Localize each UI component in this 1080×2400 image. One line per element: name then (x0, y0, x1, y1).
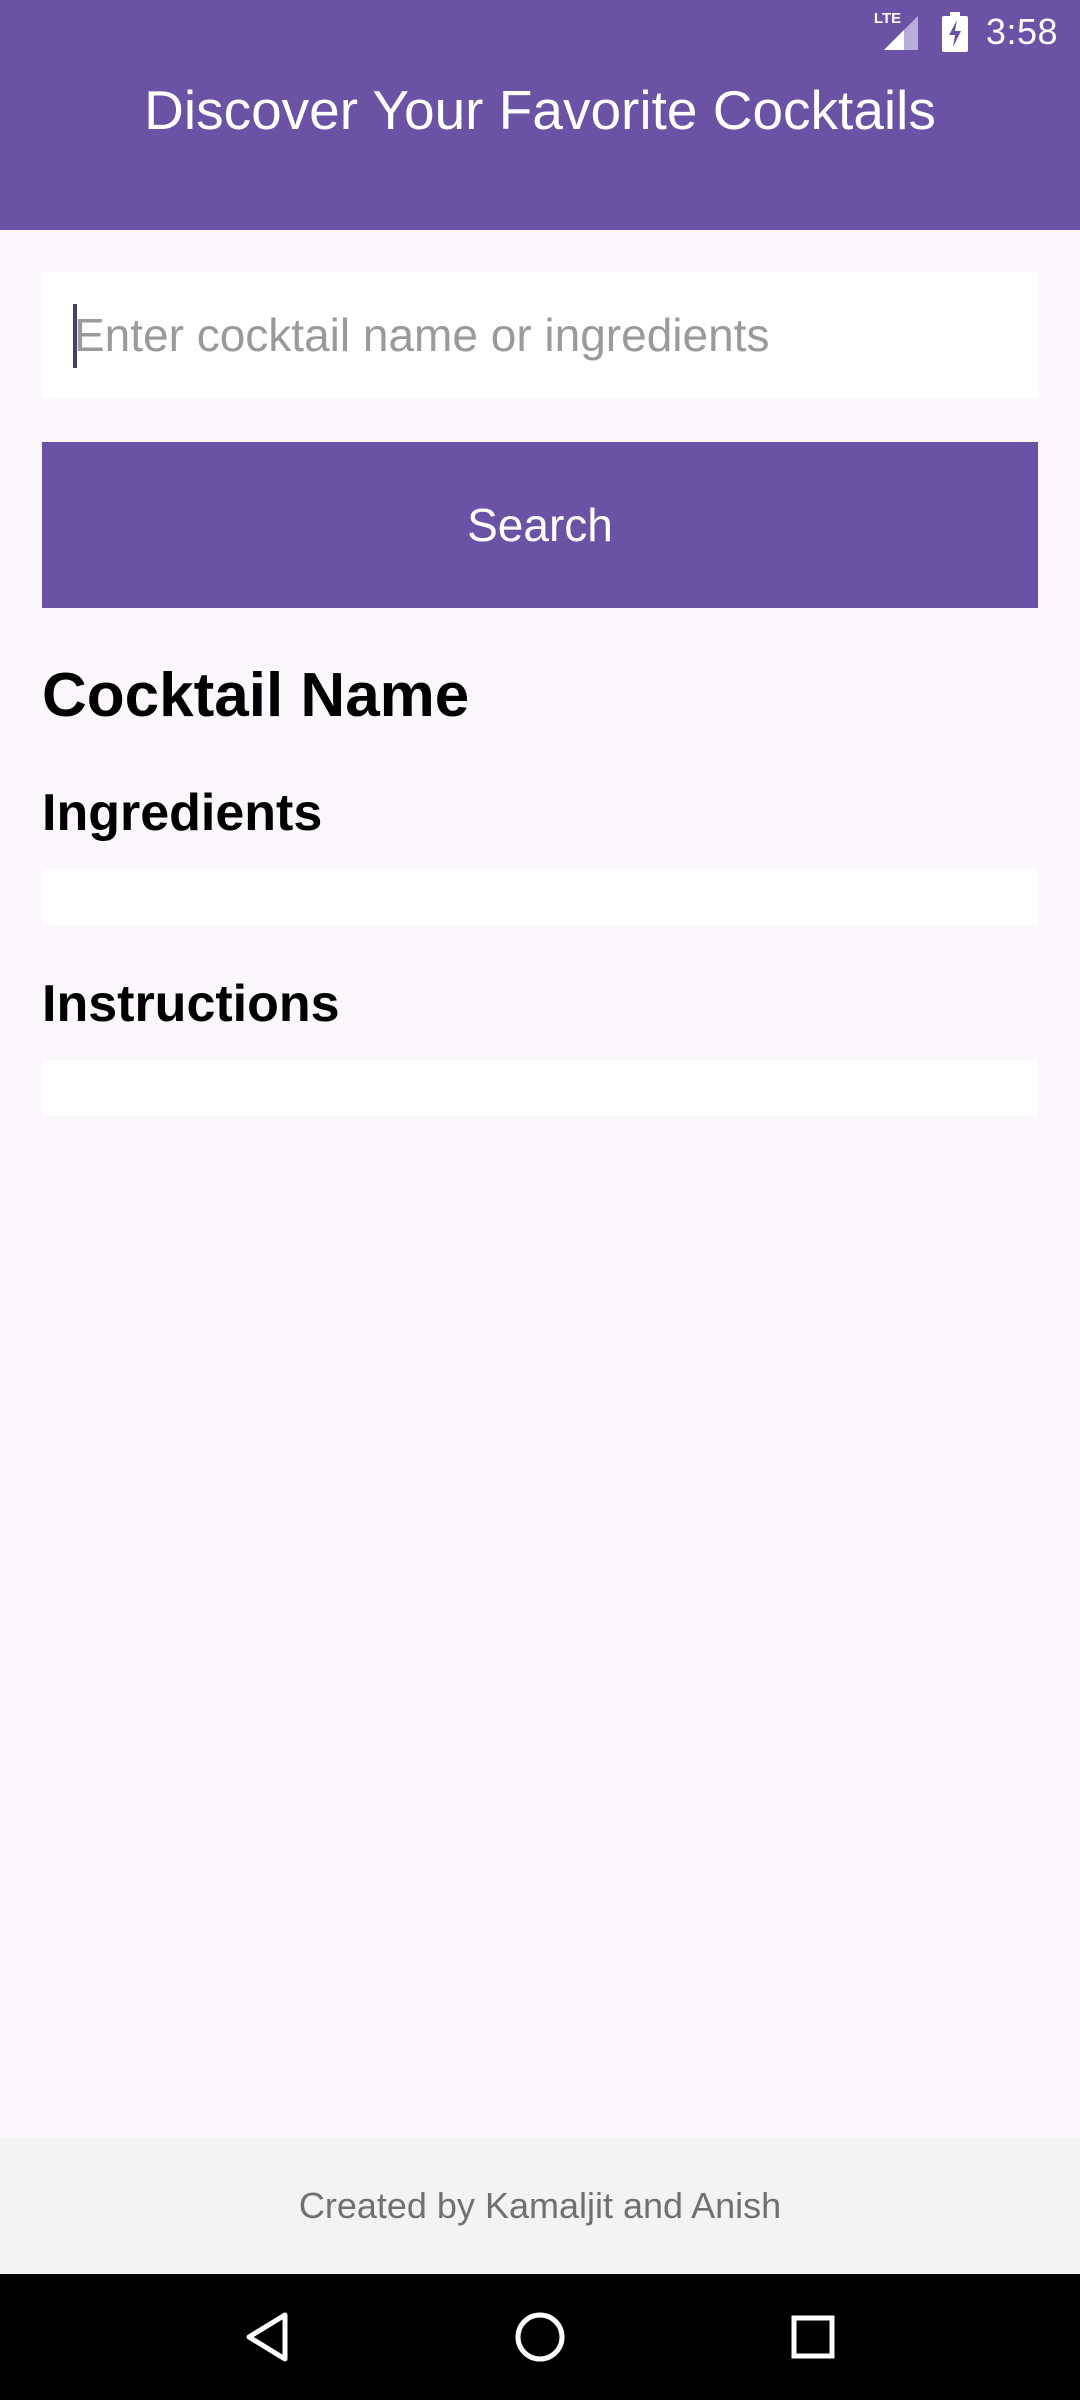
ingredients-content (42, 869, 1038, 925)
footer-credit: Created by Kamaljit and Anish (298, 2185, 782, 2226)
ingredients-heading: Ingredients (42, 784, 323, 842)
back-icon[interactable] (217, 2287, 317, 2387)
instructions-heading: Instructions (42, 975, 340, 1033)
search-button[interactable]: Search (42, 442, 1038, 608)
status-bar: LTE 3:58 (0, 0, 1080, 64)
app-header: LTE 3:58 Discover Your Favorite Cocktail… (0, 0, 1080, 230)
cocktail-name-heading: Cocktail Name (42, 661, 470, 730)
text-cursor (73, 304, 77, 368)
lte-signal-icon: LTE (874, 10, 924, 54)
status-time: 3:58 (985, 11, 1058, 52)
footer: Created by Kamaljit and Anish (0, 2138, 1080, 2274)
navigation-bar (0, 2274, 1080, 2400)
battery-charging-icon (941, 12, 968, 52)
instructions-content (42, 1060, 1038, 1116)
search-input[interactable] (42, 272, 1038, 398)
app-title: Discover Your Favorite Cocktails (144, 79, 936, 141)
recents-icon[interactable] (763, 2287, 863, 2387)
home-icon[interactable] (490, 2287, 590, 2387)
